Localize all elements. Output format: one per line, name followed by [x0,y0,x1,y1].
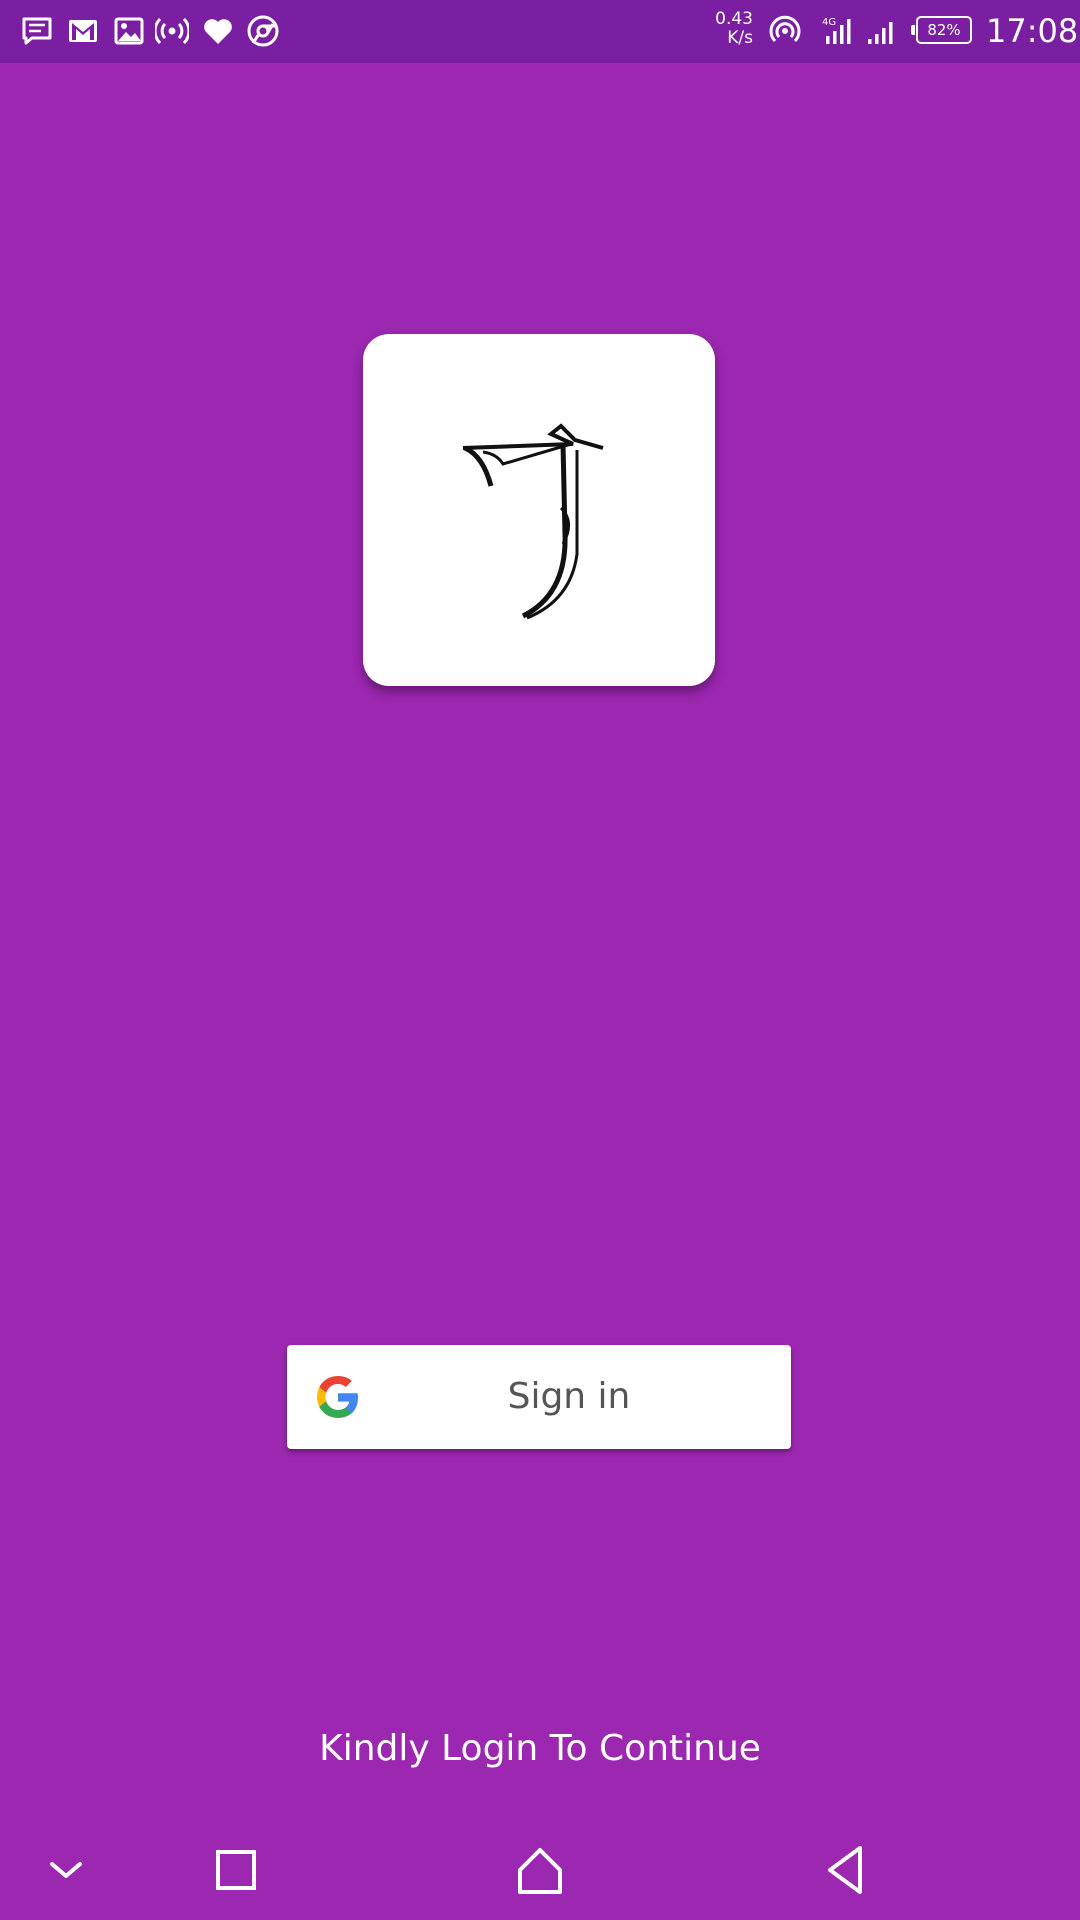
hotspot-icon [768,14,802,48]
gallery-icon [112,14,146,48]
heart-icon [201,14,235,48]
broadcast-icon [155,14,189,48]
battery-indicator: 82% [911,16,972,44]
status-bar: 0.43 K/s 4G 82% 17:08 [0,0,1080,63]
status-time: 17:08 [986,12,1079,50]
navigation-bar [0,1820,1080,1920]
network-speed: 0.43 K/s [715,9,753,48]
gmail-icon [66,14,100,48]
sign-in-label: Sign in [507,1376,631,1417]
back-icon[interactable] [816,1840,876,1900]
signal-bars-icon [866,14,900,48]
recents-icon[interactable] [206,1840,266,1900]
signal-4g-icon: 4G [822,14,856,48]
svg-text:4G: 4G [822,17,836,28]
login-prompt-text: Kindly Login To Continue [319,1728,761,1769]
google-sign-in-button[interactable]: Sign in [287,1345,791,1449]
message-icon [20,14,54,48]
chrome-icon [246,14,280,48]
collapse-icon[interactable] [36,1840,96,1900]
app-logo-card [363,334,715,686]
home-icon[interactable] [510,1840,570,1900]
app-logo-icon [462,423,604,620]
